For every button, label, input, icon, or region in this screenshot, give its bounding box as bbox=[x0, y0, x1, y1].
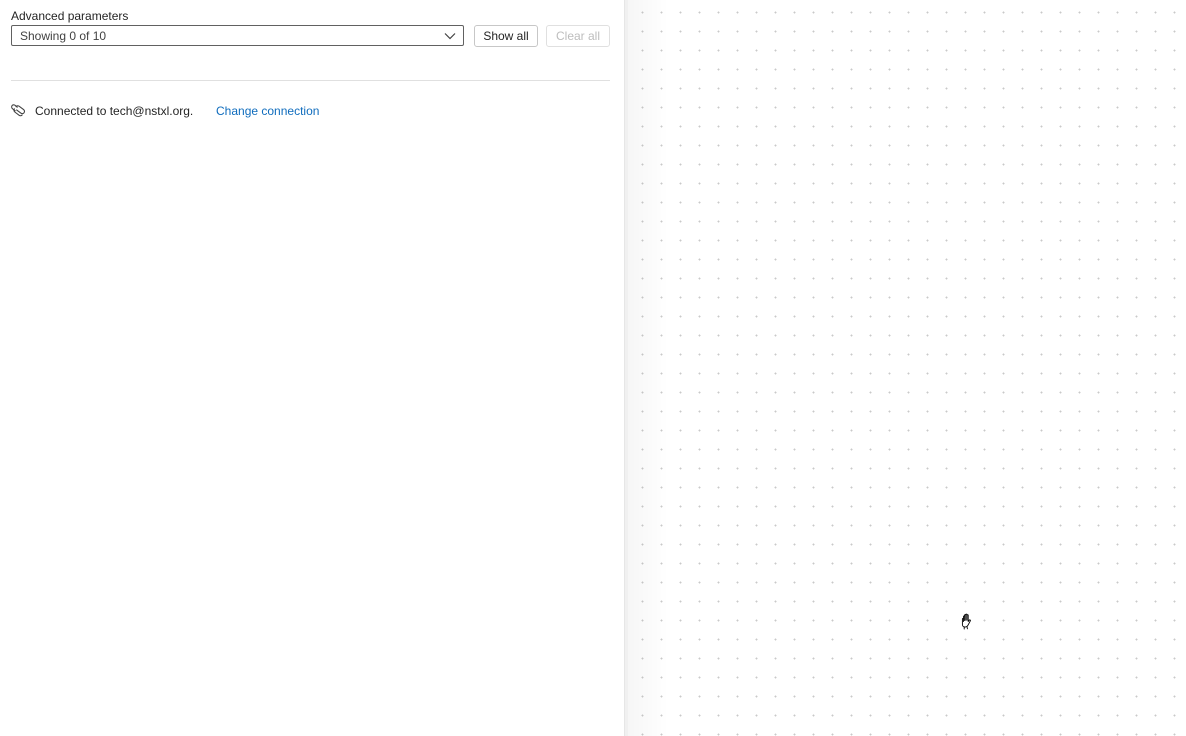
advanced-parameters-label: Advanced parameters bbox=[11, 9, 129, 23]
design-canvas[interactable] bbox=[628, 0, 1186, 736]
advanced-parameters-dropdown[interactable]: Showing 0 of 10 bbox=[11, 25, 464, 46]
chevron-down-icon bbox=[444, 33, 456, 40]
app-root: Advanced parameters Showing 0 of 10 Show… bbox=[0, 0, 1186, 736]
hand-cursor-icon bbox=[961, 613, 971, 630]
connection-status-text: Connected to tech@nstxl.org. bbox=[35, 104, 194, 118]
parameters-pane: Advanced parameters Showing 0 of 10 Show… bbox=[0, 0, 624, 736]
canvas-edge-shade bbox=[628, 0, 668, 736]
divider bbox=[11, 80, 610, 81]
change-connection-link[interactable]: Change connection bbox=[216, 103, 319, 119]
connection-link-icon bbox=[11, 104, 26, 117]
clear-all-button[interactable]: Clear all bbox=[546, 25, 610, 47]
show-all-button[interactable]: Show all bbox=[474, 25, 538, 47]
dropdown-value: Showing 0 of 10 bbox=[20, 29, 107, 43]
